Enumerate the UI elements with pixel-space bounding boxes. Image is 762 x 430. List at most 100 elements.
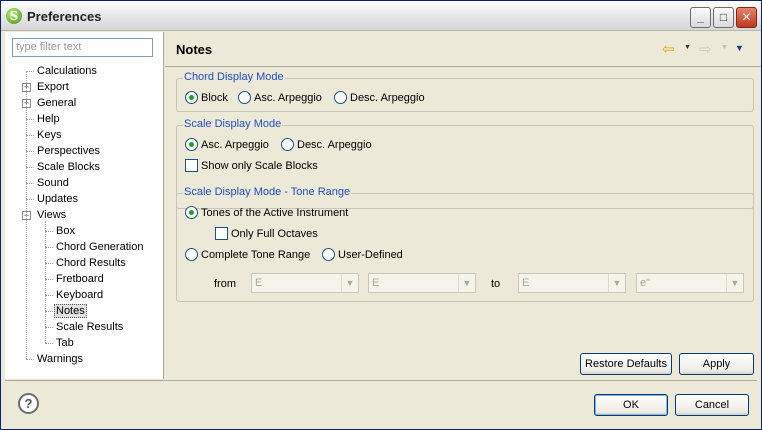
- tree-connector: [26, 167, 34, 168]
- tree-item-views[interactable]: − Views: [22, 207, 68, 223]
- tree-connector: [45, 221, 46, 343]
- chord-block-radio[interactable]: Block: [185, 91, 228, 107]
- tree-item-updates[interactable]: Updates: [35, 191, 80, 207]
- tree-connector: [26, 119, 34, 120]
- restore-defaults-button[interactable]: Restore Defaults: [580, 353, 672, 375]
- apply-button[interactable]: Apply: [679, 353, 754, 375]
- radio-dot: [334, 91, 347, 104]
- radio-label: Desc. Arpeggio: [297, 139, 372, 151]
- tree-item-label: General: [37, 97, 77, 109]
- tree-item-help[interactable]: Help: [35, 111, 62, 127]
- to-octave-combo: e" ▼: [636, 273, 744, 293]
- page-title: Notes: [176, 42, 213, 57]
- tree-connector: [26, 71, 34, 72]
- cancel-button[interactable]: Cancel: [675, 394, 749, 416]
- tree-item-fretboard[interactable]: Fretboard: [54, 271, 106, 287]
- combo-value: E: [522, 277, 530, 289]
- chevron-down-icon: ▼: [608, 274, 625, 292]
- tree-connector: [26, 359, 34, 360]
- forward-dropdown-icon: ▼: [721, 44, 728, 51]
- minimize-icon[interactable]: _: [690, 7, 711, 28]
- chevron-down-icon: ▼: [458, 274, 475, 292]
- tree-item-label: Fretboard: [56, 273, 104, 285]
- scale-display-title: Scale Display Mode: [183, 118, 283, 130]
- tree-connector: [45, 311, 53, 312]
- filter-input[interactable]: type filter text: [12, 38, 153, 57]
- tree-item-label: Perspectives: [37, 145, 100, 157]
- checkbox-label: Only Full Octaves: [231, 228, 318, 240]
- combo-value: e": [640, 277, 651, 289]
- show-only-scale-blocks-checkbox[interactable]: Show only Scale Blocks: [185, 159, 318, 175]
- combo-value: E: [255, 277, 263, 289]
- radio-dot: [185, 91, 198, 104]
- tree-item-keyboard[interactable]: Keyboard: [54, 287, 105, 303]
- window-title: Preferences: [27, 9, 102, 24]
- tree-item-label: Box: [56, 225, 75, 237]
- scale-desc-arpeggio-radio[interactable]: Desc. Arpeggio: [281, 138, 372, 154]
- chord-asc-arpeggio-radio[interactable]: Asc. Arpeggio: [238, 91, 322, 107]
- tree-item-notes[interactable]: Notes: [54, 303, 87, 319]
- radio-label: Complete Tone Range: [201, 249, 311, 261]
- footer-separator: [5, 380, 757, 381]
- ok-button[interactable]: OK: [594, 394, 668, 416]
- tree-item-label: Tab: [56, 337, 74, 349]
- maximize-icon[interactable]: □: [713, 7, 734, 28]
- tree-item-chord-results[interactable]: Chord Results: [54, 255, 128, 271]
- to-note-combo: E ▼: [518, 273, 626, 293]
- tree-item-tab[interactable]: Tab: [54, 335, 76, 351]
- tree-connector: [45, 327, 53, 328]
- tree-item-keys[interactable]: Keys: [35, 127, 63, 143]
- tree-item-scale-blocks[interactable]: Scale Blocks: [35, 159, 102, 175]
- tree-item-sound[interactable]: Sound: [35, 175, 71, 191]
- chevron-down-icon: ▼: [341, 274, 358, 292]
- tree-connector: [26, 135, 34, 136]
- only-full-octaves-checkbox[interactable]: Only Full Octaves: [215, 227, 318, 243]
- tree-item-general[interactable]: + General: [22, 95, 78, 111]
- tree-item-warnings[interactable]: Warnings: [35, 351, 85, 367]
- header-separator: [165, 66, 761, 67]
- tree-item-scale-results[interactable]: Scale Results: [54, 319, 125, 335]
- tree-item-calculations[interactable]: Calculations: [35, 63, 99, 79]
- radio-dot: [185, 138, 198, 151]
- title-bar: S Preferences _ □ ✕: [1, 1, 761, 31]
- tree-item-label: Help: [37, 113, 60, 125]
- active-instrument-radio[interactable]: Tones of the Active Instrument: [185, 206, 348, 222]
- tree-item-export[interactable]: + Export: [22, 79, 71, 95]
- tree-item-box[interactable]: Box: [54, 223, 77, 239]
- chord-display-title: Chord Display Mode: [183, 71, 285, 83]
- from-label: from: [214, 278, 236, 290]
- tree-connector: [45, 279, 53, 280]
- to-label: to: [491, 278, 501, 290]
- tree-connector: [45, 295, 53, 296]
- scale-asc-arpeggio-radio[interactable]: Asc. Arpeggio: [185, 138, 269, 154]
- radio-label: User-Defined: [338, 249, 403, 261]
- combo-value: E: [372, 277, 380, 289]
- radio-dot: [185, 248, 198, 261]
- preferences-window: S Preferences _ □ ✕ type filter text Cal…: [0, 0, 762, 430]
- back-arrow-icon[interactable]: ⇦: [662, 40, 675, 58]
- complete-tone-range-radio[interactable]: Complete Tone Range: [185, 248, 310, 264]
- user-defined-radio[interactable]: User-Defined: [322, 248, 403, 264]
- back-dropdown-icon[interactable]: ▼: [684, 44, 691, 51]
- tree-item-perspectives[interactable]: Perspectives: [35, 143, 102, 159]
- tree-item-label: Export: [37, 81, 69, 93]
- checkbox-label: Show only Scale Blocks: [201, 160, 318, 172]
- tree-item-label: Warnings: [37, 353, 84, 365]
- radio-dot: [322, 248, 335, 261]
- app-icon: S: [6, 8, 22, 24]
- tree-item-chord-generation[interactable]: Chord Generation: [54, 239, 145, 255]
- tone-range-title: Scale Display Mode - Tone Range: [183, 186, 352, 198]
- view-menu-icon[interactable]: ▼: [735, 43, 744, 53]
- radio-label: Asc. Arpeggio: [201, 139, 269, 151]
- tree-connector: [26, 151, 34, 152]
- tone-range-group: Scale Display Mode - Tone Range Tones of…: [176, 186, 754, 302]
- preference-page: Notes ⇦ ▼ ⇨ ▼ ▼ Chord Display Mode Block…: [165, 32, 761, 379]
- chord-display-group: Chord Display Mode Block Asc. Arpeggio D…: [176, 71, 754, 112]
- help-icon[interactable]: ?: [18, 393, 39, 414]
- tree-item-label: Scale Results: [56, 321, 124, 333]
- chord-desc-arpeggio-radio[interactable]: Desc. Arpeggio: [334, 91, 425, 107]
- from-note-combo: E ▼: [251, 273, 359, 293]
- tree-item-label: Updates: [37, 193, 78, 205]
- close-icon[interactable]: ✕: [736, 7, 757, 28]
- checkbox-box: [215, 227, 228, 240]
